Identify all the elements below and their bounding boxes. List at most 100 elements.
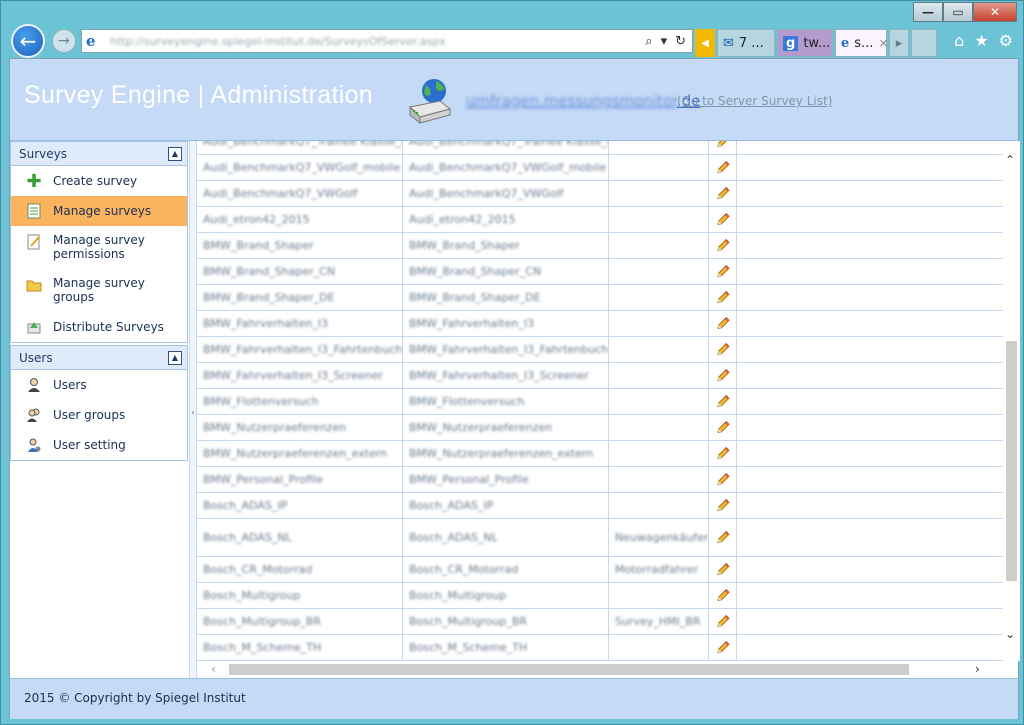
outlook-icon: ✉ (723, 35, 734, 51)
table-row[interactable]: Audi_etron42_2015 Audi_etron42_2015 (197, 207, 1003, 233)
minimize-button[interactable]: — (913, 2, 943, 22)
nav-user-setting[interactable]: User setting (11, 430, 187, 460)
go-to-server-survey-list-link[interactable]: (Go to Server Survey List) (677, 94, 832, 108)
table-row[interactable]: BMW_Personal_Profile BMW_Personal_Profile (197, 467, 1003, 493)
table-cell (737, 467, 1003, 492)
table-row[interactable]: Bosch_CR_Motorrad Bosch_CR_Motorrad Motorr… (197, 557, 1003, 583)
edit-pencil-icon[interactable] (709, 259, 737, 284)
back-button[interactable]: ← (11, 24, 45, 58)
nav-user-groups[interactable]: User groups (11, 400, 187, 430)
edit-pencil-icon[interactable] (709, 155, 737, 180)
table-row[interactable]: BMW_Fahrverhalten_I3 BMW_Fahrverhalten_I3 (197, 311, 1003, 337)
edit-pencil-icon[interactable] (709, 493, 737, 518)
server-link-host[interactable]: umfragen.messungsmonitor (466, 92, 677, 110)
collapse-surveys-button[interactable]: ▲ (168, 146, 182, 161)
scroll-down-icon[interactable]: ⌄ (1005, 627, 1015, 641)
edit-pencil-icon[interactable] (709, 467, 737, 492)
dropdown-icon[interactable]: ▾ (661, 34, 668, 49)
scroll-up-icon[interactable]: ⌃ (1005, 153, 1015, 167)
new-tab-button[interactable] (911, 29, 937, 57)
edit-pencil-icon[interactable] (709, 233, 737, 258)
table-row[interactable]: BMW_Fahrverhalten_I3_Fahrtenbuch BMW_Fahr… (197, 337, 1003, 363)
table-row[interactable]: BMW_Flottenversuch BMW_Flottenversuch (197, 389, 1003, 415)
favorites-star-icon[interactable]: ★ (974, 31, 988, 50)
table-cell: Audi_BenchmarkQ7_VWGolf (403, 181, 609, 206)
edit-pencil-icon[interactable] (709, 635, 737, 660)
edit-pencil-icon[interactable] (709, 141, 737, 154)
table-row[interactable]: BMW_Brand_Shaper BMW_Brand_Shaper (197, 233, 1003, 259)
home-icon[interactable]: ⌂ (954, 31, 964, 50)
maximize-button[interactable]: ▭ (943, 2, 973, 22)
edit-pencil-icon[interactable] (709, 415, 737, 440)
table-cell (737, 441, 1003, 466)
server-link[interactable]: umfragen.messungsmonitor.de (466, 92, 700, 110)
scroll-left-icon[interactable]: ‹ (211, 662, 216, 676)
edit-pencil-icon[interactable] (709, 389, 737, 414)
tab-survey-active[interactable]: e s... × (835, 29, 889, 57)
edit-pencil-icon[interactable] (709, 285, 737, 310)
scroll-thumb[interactable] (229, 664, 909, 675)
edit-pencil-icon[interactable] (709, 519, 737, 556)
surveys-grid: Audi_BenchmarkQ7_Trainee Klasse_mobile Au… (197, 141, 1003, 661)
table-row[interactable]: Audi_BenchmarkQ7_VWGolf_mobile Audi_Bench… (197, 155, 1003, 181)
address-url[interactable]: http://surveyengine.spiegel-institut.de/… (104, 35, 645, 48)
table-cell (609, 337, 709, 362)
edit-pencil-icon[interactable] (709, 609, 737, 634)
edit-pencil-icon[interactable] (709, 181, 737, 206)
nav-manage-surveys[interactable]: Manage surveys (11, 196, 187, 226)
table-row[interactable]: Bosch_ADAS_NL Bosch_ADAS_NL Neuwagenkäufer… (197, 519, 1003, 557)
edit-pencil-icon[interactable] (709, 207, 737, 232)
horizontal-scrollbar[interactable]: ‹ › (197, 661, 1003, 678)
table-row[interactable]: Bosch_Multigroup Bosch_Multigroup (197, 583, 1003, 609)
nav-manage-survey-permissions[interactable]: Manage survey permissions (11, 226, 187, 269)
refresh-icon[interactable]: ↻ (675, 34, 686, 49)
address-bar[interactable]: e http://surveyengine.spiegel-institut.d… (81, 29, 693, 53)
table-row[interactable]: BMW_Brand_Shaper_CN BMW_Brand_Shaper_CN (197, 259, 1003, 285)
tab-google[interactable]: g tw... (777, 29, 833, 57)
edit-pencil-icon[interactable] (709, 337, 737, 362)
cell-text: Audi_BenchmarkQ7_VWGolf (203, 187, 358, 200)
tab-outlook[interactable]: ✉ 7 ... (717, 29, 775, 57)
scroll-right-icon[interactable]: › (975, 662, 980, 676)
table-row[interactable]: Bosch_M_Scheme_TH Bosch_M_Scheme_TH (197, 635, 1003, 661)
tab-scroll-right-button[interactable]: ▸ (889, 29, 909, 57)
edit-pencil-icon[interactable] (709, 363, 737, 388)
edit-pencil-icon[interactable] (709, 557, 737, 582)
close-window-button[interactable]: ✕ (973, 2, 1017, 22)
settings-gear-icon[interactable]: ⚙ (999, 31, 1013, 50)
edit-pencil-icon[interactable] (709, 441, 737, 466)
nav-users[interactable]: Users (11, 370, 187, 400)
tab-label: s... (854, 35, 874, 51)
table-row[interactable]: Audi_BenchmarkQ7_VWGolf Audi_BenchmarkQ7_… (197, 181, 1003, 207)
sidebar-splitter[interactable]: ‹ (189, 141, 197, 684)
nav-distribute-surveys[interactable]: Distribute Surveys (11, 312, 187, 342)
nav-manage-survey-groups[interactable]: Manage survey groups (11, 269, 187, 312)
users-panel-header[interactable]: Users ▲ (11, 346, 187, 370)
table-cell (609, 141, 709, 154)
surveys-panel-header[interactable]: Surveys ▲ (11, 142, 187, 166)
table-row[interactable]: Bosch_Multigroup_BR Bosch_Multigroup_BR Su… (197, 609, 1003, 635)
table-row[interactable]: BMW_Nutzerpraeferenzen_extern BMW_Nutzerp… (197, 441, 1003, 467)
edit-pencil-icon[interactable] (709, 583, 737, 608)
cell-text: Bosch_CR_Motorrad (203, 563, 313, 576)
vertical-scrollbar[interactable]: ⌃ ⌄ (1003, 141, 1020, 661)
nav-create-survey[interactable]: ✚ Create survey (11, 166, 187, 196)
edit-pencil-icon[interactable] (709, 311, 737, 336)
tab-scroll-left-button[interactable]: ◀ (695, 29, 715, 57)
table-row[interactable]: BMW_Nutzerpraeferenzen BMW_Nutzerpraefere… (197, 415, 1003, 441)
table-cell: BMW_Brand_Shaper_CN (197, 259, 403, 284)
table-row[interactable]: Bosch_ADAS_IP Bosch_ADAS_IP (197, 493, 1003, 519)
close-tab-icon[interactable]: × (878, 36, 888, 50)
search-icon[interactable]: ⌕ (645, 34, 652, 49)
table-row[interactable]: Audi_BenchmarkQ7_Trainee Klasse_mobile Au… (197, 141, 1003, 155)
table-cell: Audi_BenchmarkQ7_VWGolf (197, 181, 403, 206)
table-row[interactable]: BMW_Fahrverhalten_I3_Screener BMW_Fahrver… (197, 363, 1003, 389)
table-cell: BMW_Nutzerpraeferenzen (403, 415, 609, 440)
table-row[interactable]: BMW_Brand_Shaper_DE BMW_Brand_Shaper_DE (197, 285, 1003, 311)
collapse-users-button[interactable]: ▲ (168, 350, 182, 365)
forward-button[interactable]: → (52, 29, 76, 53)
table-cell: BMW_Nutzerpraeferenzen_extern (197, 441, 403, 466)
table-cell (609, 207, 709, 232)
table-cell (737, 181, 1003, 206)
scroll-thumb[interactable] (1006, 341, 1017, 581)
